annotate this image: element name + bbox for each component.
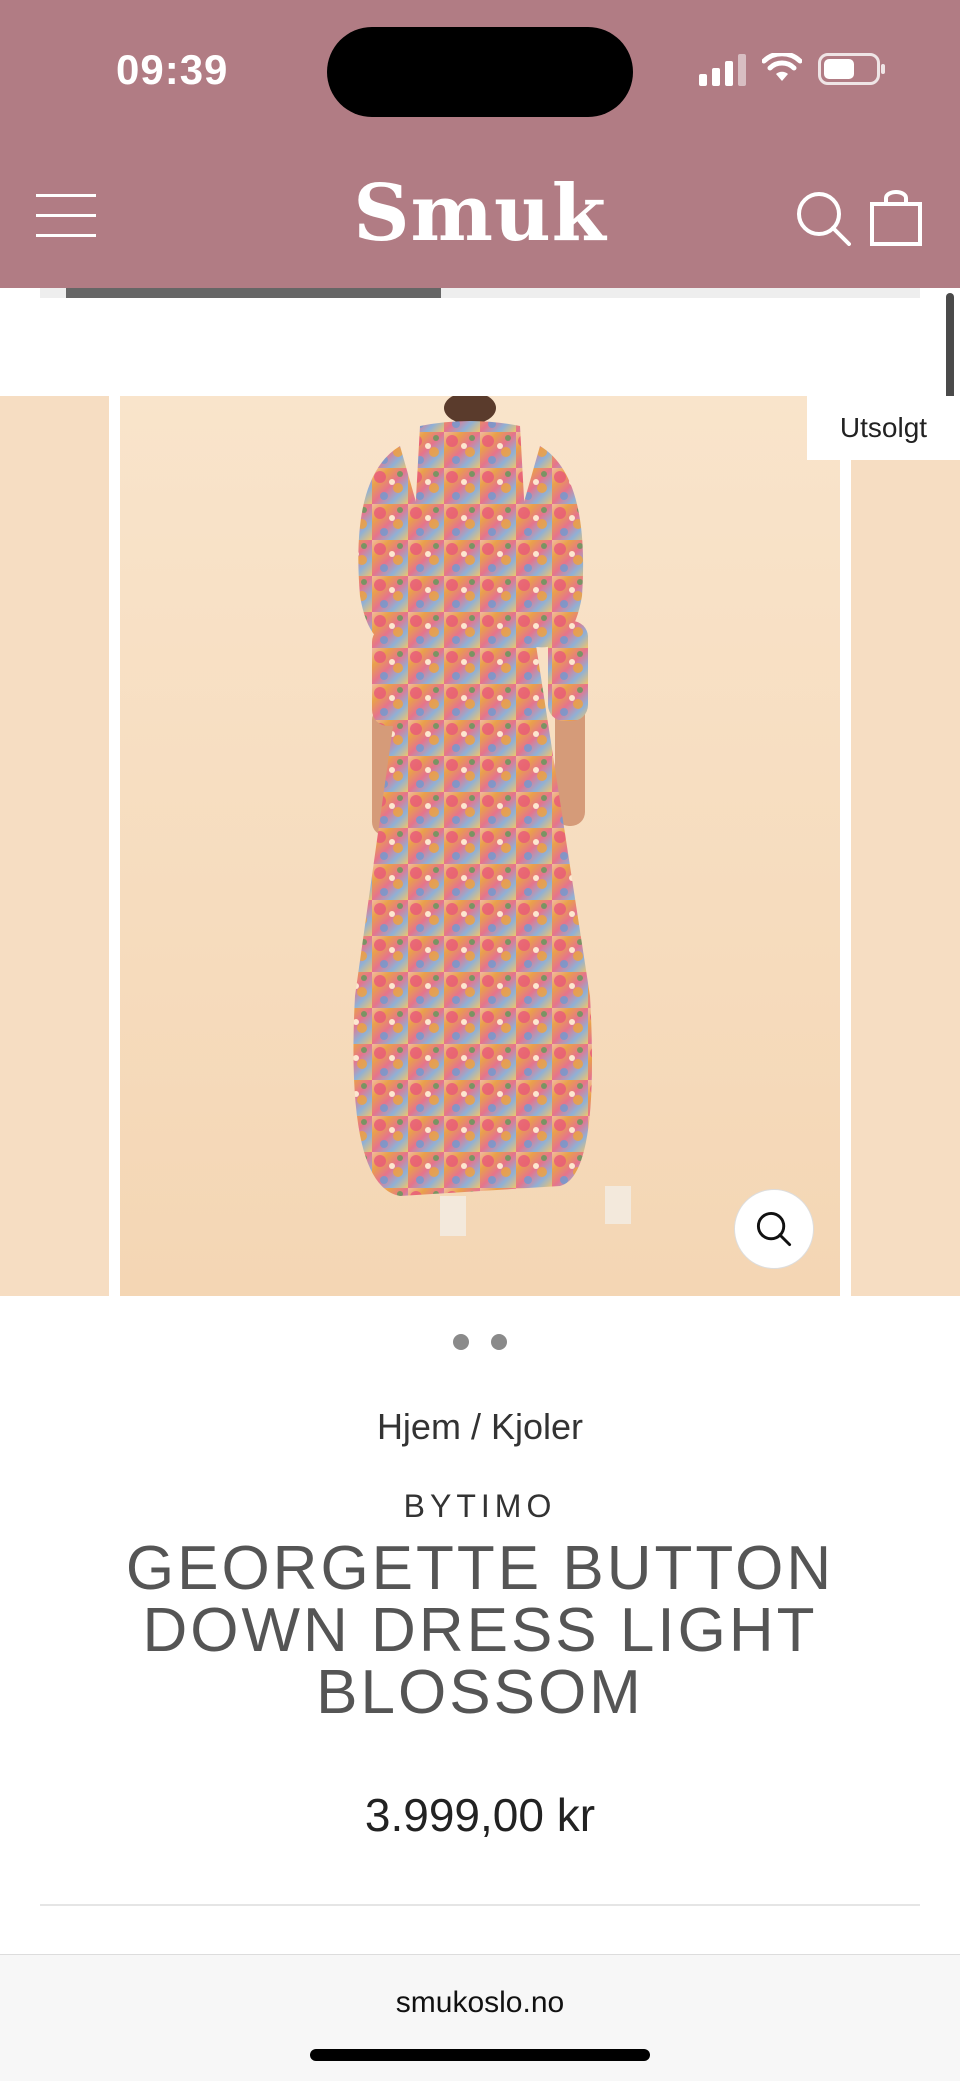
product-brand[interactable]: BYTIMO [0,1488,960,1525]
gallery-slide-next[interactable] [851,396,960,1296]
sold-out-badge: Utsolgt [807,396,960,460]
pagination-dot[interactable] [491,1334,507,1350]
thumbnail-active[interactable] [66,288,441,298]
product-image [353,396,631,1236]
wifi-icon [762,53,802,81]
pagination-dot[interactable] [453,1334,469,1350]
cart-icon[interactable] [870,190,922,246]
thumbnail-strip [40,288,920,298]
gallery-pagination [0,1334,960,1350]
signal-icon [699,52,746,86]
product-gallery[interactable] [0,396,960,1296]
browser-url[interactable]: smukoslo.no [0,1986,960,2020]
breadcrumb-home-link[interactable]: Hjem [377,1406,461,1447]
dynamic-island [327,27,633,117]
product-price: 3.999,00 kr [364,1789,596,1841]
status-time: 09:39 [116,46,229,93]
breadcrumb: Hjem / Kjoler [0,1406,960,1448]
home-indicator[interactable] [310,2049,650,2061]
gallery-slide-current[interactable] [120,396,840,1296]
breadcrumb-separator: / [470,1406,481,1447]
product-title: GEORGETTE BUTTON DOWN DRESS LIGHT BLOSSO… [125,1534,835,1727]
battery-icon [818,53,885,85]
search-icon[interactable] [795,190,851,246]
breadcrumb-category-link[interactable]: Kjoler [491,1406,583,1447]
zoom-icon[interactable] [734,1189,814,1269]
divider [40,1904,920,1906]
gallery-slide-previous[interactable] [0,396,109,1296]
status-icons [699,52,885,86]
